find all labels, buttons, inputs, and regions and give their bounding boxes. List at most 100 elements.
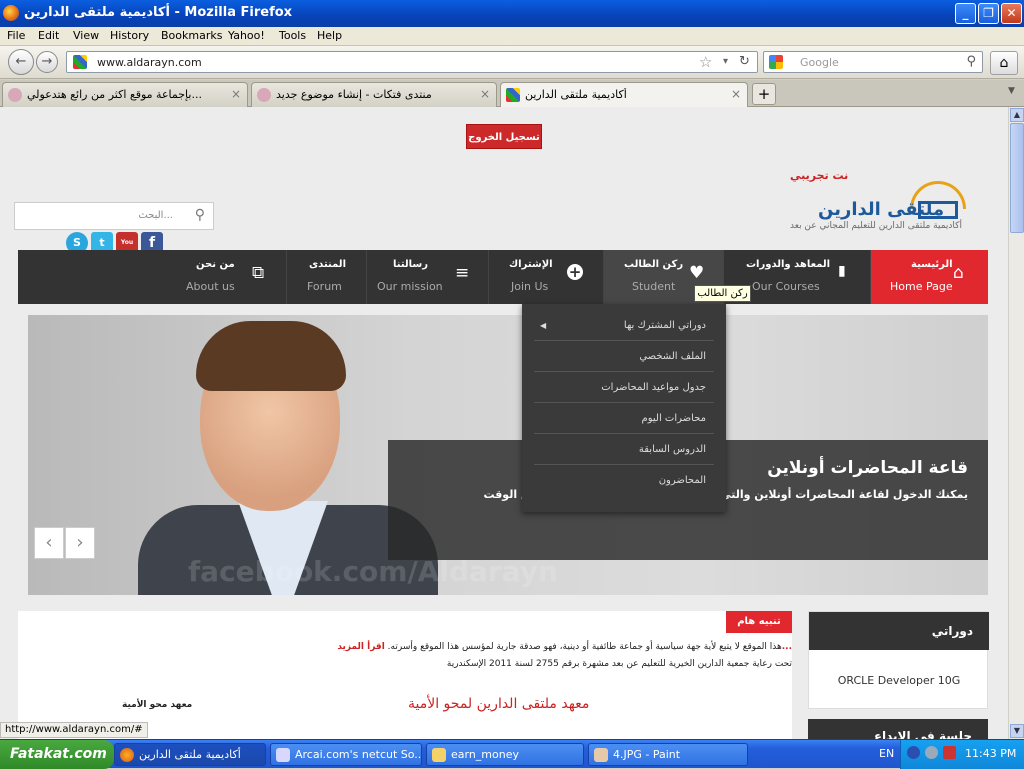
tab-list-icon[interactable]: ▼ [1008,86,1015,96]
taskbar-item-paint[interactable]: 4.JPG - Paint [588,743,748,766]
nav-label-ar: الإشتراك [509,259,553,270]
search-icon[interactable]: ⚲ [966,54,976,69]
search-icon[interactable]: ⚲ [195,207,205,223]
dropdown-item-schedule[interactable]: جدول مواعيد المحاضرات [534,372,714,403]
nav-label-ar: الرئيسية [911,259,953,270]
network-icon[interactable] [925,746,938,759]
url-text[interactable]: www.aldarayn.com [97,56,202,69]
institute-title[interactable]: معهد ملتقى الدارين لمحو الأمية [408,696,589,712]
menu-tools[interactable]: Tools [279,29,306,42]
nav-join[interactable]: الإشتراك Join Us + [488,250,603,304]
maximize-button[interactable]: ❐ [978,3,999,24]
scroll-up-icon[interactable]: ▲ [1010,108,1024,122]
tab-title: أكاديمية ملتقى الدارين [525,88,627,101]
menu-bookmarks[interactable]: Bookmarks [161,29,222,42]
chevron-left-icon: ◀ [540,321,547,330]
nav-mission[interactable]: رسالتنا Our mission ≡ [366,250,488,304]
site-favicon [506,88,520,102]
start-button[interactable]: Fatakat.com [0,740,114,769]
taskbar-item-netcut[interactable]: Arcai.com's netcut So... [270,743,422,766]
tab-2[interactable]: منتدى فتكات - إنشاء موضوع جديد × [251,82,497,107]
bookmark-star-icon[interactable]: ☆ [699,53,712,71]
dropdown-item-lecturers[interactable]: المحاضرون [534,465,714,496]
tab-close-icon[interactable]: × [731,87,741,101]
tab-3[interactable]: أكاديمية ملتقى الدارين × [500,82,748,108]
firefox-icon [120,748,134,762]
back-button[interactable]: ← [8,49,34,75]
web-page: تسجيل الخروج البحث... ⚲ S t You Tube f ن… [0,107,1008,739]
search-bar[interactable]: Google ⚲ [763,51,983,73]
menu-edit[interactable]: Edit [38,29,59,42]
dropdown-item-profile[interactable]: الملف الشخصي [534,341,714,372]
scroll-down-icon[interactable]: ▼ [1010,724,1024,738]
slider-next-button[interactable]: › [65,527,95,559]
slider-prev-button[interactable]: ‹ [34,527,64,559]
second-box-header: جلسة في الابداع [808,719,988,739]
site-search-placeholder[interactable]: البحث... [138,210,173,221]
scroll-thumb[interactable] [1010,123,1024,233]
menu-view[interactable]: View [73,29,99,42]
dropdown-label: دوراتي المشترك بها [623,320,706,331]
forward-button[interactable]: → [36,51,58,73]
nav-label-ar: من نحن [196,259,235,270]
taskbar-item-firefox[interactable]: أكاديمية ملتقى الدارين [114,743,266,766]
logo-tagline: أكاديمية ملتقى الدارين للتعليم المجاني ع… [790,221,962,231]
url-dropdown-icon[interactable]: ▾ [723,56,728,67]
logout-button[interactable]: تسجيل الخروج [466,124,542,149]
main-content: تنبيه هام هذا الموقع لا يتبع لأية جهة سي… [18,611,792,739]
firefox-icon [3,5,19,21]
taskbar-label: أكاديمية ملتقى الدارين [139,748,241,761]
url-bar[interactable]: www.aldarayn.com ☆ ▾ ↻ [66,51,758,73]
home-icon: ⌂ [953,263,964,283]
house-logo-icon [918,201,958,219]
my-courses-header: دوراتي [809,612,989,650]
main-navigation: الرئيسية Home Page ⌂ المعاهد والدورات Ou… [18,250,988,304]
tab-title: ...بإجماعة موقع اكثر من رائع هتدعولي [27,88,202,101]
tab-bar: ...بإجماعة موقع اكثر من رائع هتدعولي × م… [0,80,1024,108]
slider-title: قاعة المحاضرات أونلاين [767,458,968,478]
nav-label-en: Forum [307,280,342,293]
dropdown-item-previous[interactable]: الدروس السابقة [534,434,714,465]
navigation-toolbar: ← → www.aldarayn.com ☆ ▾ ↻ Google ⚲ ⌂ [0,46,1024,79]
language-indicator[interactable]: EN [879,747,894,760]
institute-small[interactable]: معهد محو الأمية [122,700,192,710]
home-button[interactable]: ⌂ [990,51,1018,75]
close-window-button[interactable]: ✕ [1001,3,1022,24]
nav-label-en: About us [186,280,235,293]
course-item[interactable]: ORCLE Developer 10G [809,674,989,687]
avatar-icon [8,88,22,102]
minimize-button[interactable]: _ [955,3,976,24]
reload-icon[interactable]: ↻ [739,54,750,69]
notice-line1: هذا الموقع لا يتبع لأية جهة سياسية أو جم… [387,642,782,652]
slider-photo [138,315,438,595]
tray-arrow-icon[interactable] [907,746,920,759]
menu-help[interactable]: Help [317,29,342,42]
taskbar-label: Arcai.com's netcut So... [295,748,422,761]
chat-icon: ⧉ [252,263,265,283]
site-logo[interactable]: نت تجريبي ملتقى الدارين أكاديمية ملتقى ا… [790,167,990,237]
nav-label-ar: المعاهد والدورات [746,259,831,270]
nav-forum[interactable]: المنتدى Forum [286,250,366,304]
tray-app-icon[interactable] [943,746,956,759]
photo-hair [196,321,346,391]
dropdown-item-today[interactable]: محاضرات اليوم [534,403,714,434]
nav-about[interactable]: من نحن About us ⧉ [168,250,286,304]
dropdown-item-my-courses[interactable]: ◀ دوراتي المشترك بها [534,310,714,341]
menu-yahoo[interactable]: Yahoo! [228,29,265,42]
search-placeholder[interactable]: Google [800,56,839,69]
vertical-scrollbar[interactable]: ▲ ▼ [1008,107,1024,739]
tab-1[interactable]: ...بإجماعة موقع اكثر من رائع هتدعولي × [2,82,248,107]
clock: 11:43 PM [965,747,1017,760]
google-icon[interactable] [769,55,783,69]
new-tab-button[interactable]: + [752,83,776,105]
menu-history[interactable]: History [110,29,149,42]
tab-close-icon[interactable]: × [231,87,241,101]
notice-line2: تحت رعاية جمعية الدارين الخيرية للتعليم … [446,659,792,669]
tab-close-icon[interactable]: × [480,87,490,101]
taskbar-item-folder[interactable]: earn_money [426,743,584,766]
site-search-input[interactable]: البحث... ⚲ [14,202,214,230]
nav-label-ar: رسالتنا [393,259,429,270]
taskbar-label: earn_money [451,748,520,761]
menu-file[interactable]: File [7,29,25,42]
nav-home[interactable]: الرئيسية Home Page ⌂ [870,250,988,304]
